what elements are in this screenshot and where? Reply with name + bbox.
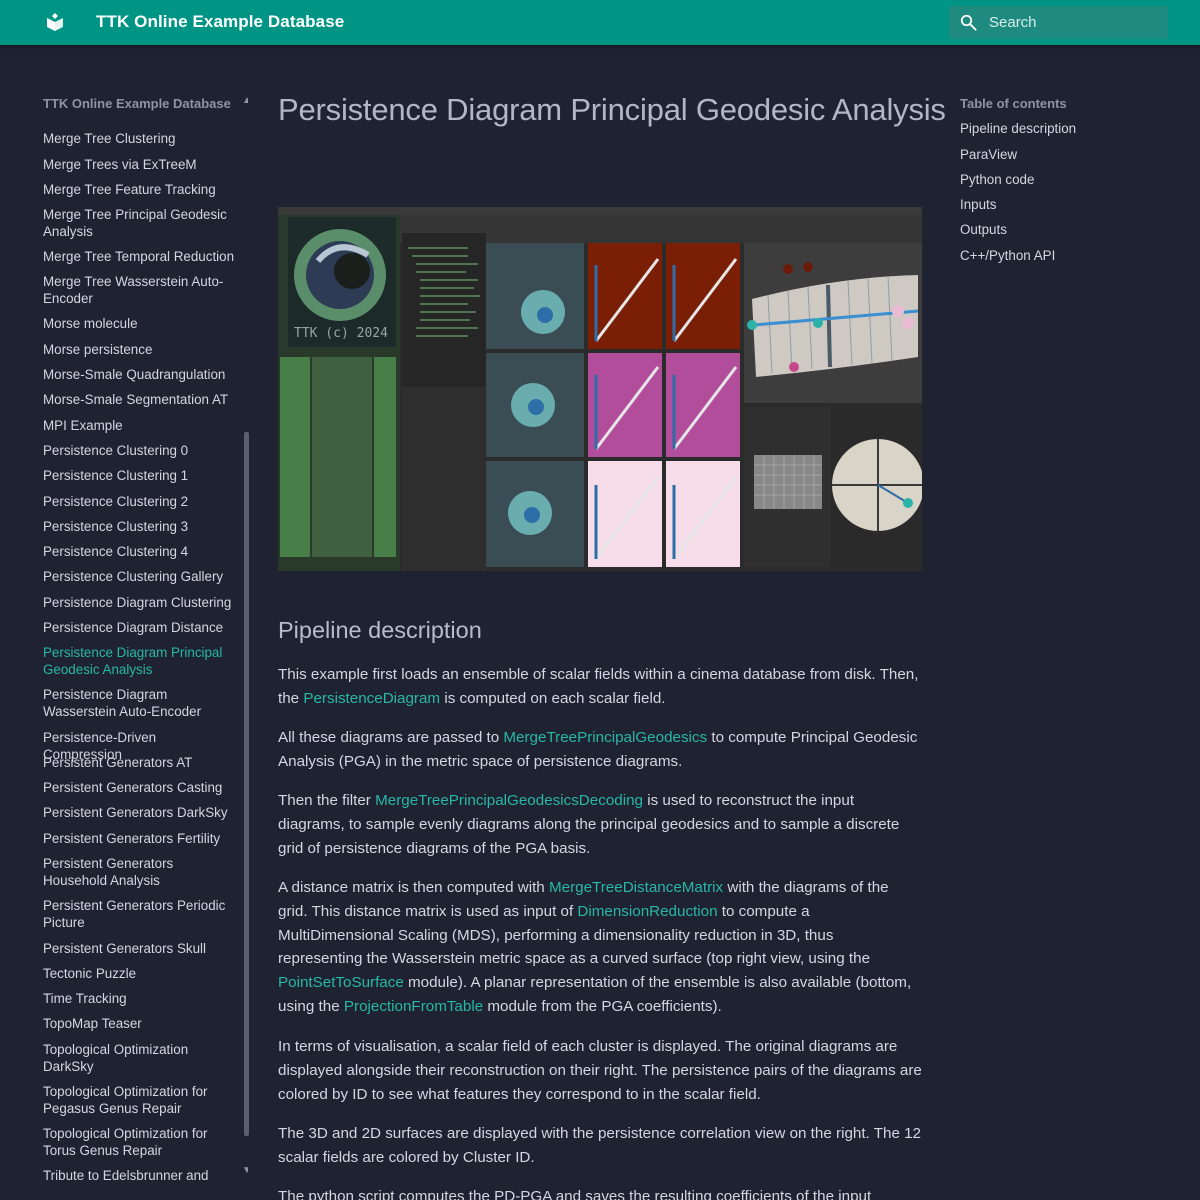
description-paragraph: In terms of visualisation, a scalar fiel… <box>278 1035 922 1106</box>
page-title: Persistence Diagram Principal Geodesic A… <box>278 92 946 127</box>
site-title[interactable]: TTK Online Example Database <box>96 12 344 32</box>
sidebar-item[interactable]: MPI Example <box>43 417 238 434</box>
sidebar-item[interactable]: Merge Tree Feature Tracking <box>43 181 238 198</box>
sidebar-item[interactable]: Persistent Generators Casting <box>43 779 238 796</box>
sidebar-item[interactable]: Tectonic Puzzle <box>43 965 238 982</box>
toc-item[interactable]: Inputs <box>960 197 996 212</box>
sidebar-item[interactable]: Persistence Clustering 1 <box>43 467 238 484</box>
sidebar-item[interactable]: Topological Optimization for Torus Genus… <box>43 1125 238 1159</box>
toc-item[interactable]: Outputs <box>960 222 1007 237</box>
sidebar-item[interactable]: Persistence Diagram Wasserstein Auto-Enc… <box>43 686 238 720</box>
sidebar-item[interactable]: Persistence Clustering 2 <box>43 493 238 510</box>
sidebar-item[interactable]: Persistence Clustering 4 <box>43 543 238 560</box>
sidebar-item[interactable]: Tribute to Edelsbrunner and <box>43 1167 238 1184</box>
sidebar-item[interactable]: Topological Optimization DarkSky <box>43 1041 238 1075</box>
sidebar-item[interactable]: Persistence Clustering Gallery <box>43 568 238 585</box>
sidebar-item[interactable]: Morse-Smale Segmentation AT <box>43 391 238 408</box>
sidebar-item[interactable]: TopoMap Teaser <box>43 1015 238 1032</box>
module-link[interactable]: DimensionReduction <box>577 903 717 920</box>
paragraph-text: The python script computes the PD-PGA an… <box>278 1188 872 1200</box>
paraview-screenshot: TTK (c) 2024 <box>278 207 922 571</box>
sidebar-item[interactable]: Persistent Generators Periodic Picture <box>43 897 238 931</box>
toc-title: Table of contents <box>960 96 1067 111</box>
search-input[interactable] <box>989 6 1159 39</box>
sidebar-item[interactable]: Persistent Generators DarkSky <box>43 804 238 821</box>
paragraph-text: In terms of visualisation, a scalar fiel… <box>278 1038 922 1103</box>
sidebar-item[interactable]: Merge Tree Principal Geodesic Analysis <box>43 206 238 240</box>
paragraph-text: module from the PGA coefficients). <box>483 997 722 1015</box>
sidebar-item[interactable]: Merge Trees via ExTreeM <box>43 156 238 173</box>
toc-item[interactable]: Python code <box>960 172 1034 187</box>
ttk-logo-icon[interactable] <box>45 12 65 32</box>
toc-item[interactable]: C++/Python API <box>960 248 1055 263</box>
sidebar-nav: TTK Online Example Database ▲ Merge Tree… <box>43 92 248 1200</box>
module-link[interactable]: ProjectionFromTable <box>344 998 483 1015</box>
sidebar-item[interactable]: Morse-Smale Quadrangulation <box>43 366 238 383</box>
sidebar-item[interactable]: Merge Tree Wasserstein Auto-Encoder <box>43 273 238 307</box>
sidebar-item[interactable]: Persistent Generators Fertility <box>43 830 238 847</box>
sidebar-item[interactable]: Persistent Generators AT <box>43 754 238 771</box>
module-link[interactable]: MergeTreeDistanceMatrix <box>549 879 723 896</box>
sidebar-item[interactable]: Persistence Clustering 3 <box>43 518 238 535</box>
sidebar-scrollbar[interactable] <box>244 432 249 1136</box>
section-heading-pipeline: Pipeline description <box>278 617 482 643</box>
paragraph-text: The 3D and 2D surfaces are displayed wit… <box>278 1125 922 1166</box>
toc-item[interactable]: ParaView <box>960 147 1017 162</box>
description-paragraph: The python script computes the PD-PGA an… <box>278 1185 922 1200</box>
paragraph-text: Then the filter <box>278 792 376 809</box>
description-paragraph: A distance matrix is then computed with … <box>278 876 922 1019</box>
description-paragraph: All these diagrams are passed to MergeTr… <box>278 726 922 774</box>
description-paragraph: The 3D and 2D surfaces are displayed wit… <box>278 1122 922 1170</box>
sidebar-item[interactable]: Time Tracking <box>43 990 238 1007</box>
sidebar-item[interactable]: Morse molecule <box>43 315 238 332</box>
module-link[interactable]: PersistenceDiagram <box>303 690 440 707</box>
toc-item[interactable]: Pipeline description <box>960 121 1076 136</box>
chevron-up-icon[interactable]: ▲ <box>242 95 248 106</box>
sidebar-item[interactable]: Topological Optimization for Pegasus Gen… <box>43 1083 238 1117</box>
sidebar-item[interactable]: Merge Tree Temporal Reduction <box>43 248 238 265</box>
sidebar-item[interactable]: Persistent Generators Skull <box>43 940 238 957</box>
sidebar-item[interactable]: Persistence Diagram Clustering <box>43 594 238 611</box>
nav-title[interactable]: TTK Online Example Database <box>43 96 231 111</box>
sidebar-item[interactable]: Persistence Diagram Distance <box>43 619 238 636</box>
paraview-screenshot-graphic: TTK (c) 2024 <box>278 207 922 571</box>
description-paragraph: Then the filter MergeTreePrincipalGeodes… <box>278 789 922 860</box>
module-link[interactable]: PointSetToSurface <box>278 974 404 991</box>
sidebar-item[interactable]: Persistent Generators Household Analysis <box>43 855 238 889</box>
paragraph-text: is computed on each scalar field. <box>440 689 666 707</box>
top-header: TTK Online Example Database <box>0 0 1200 45</box>
sidebar-item[interactable]: Persistence Clustering 0 <box>43 442 238 459</box>
sidebar-item[interactable]: Morse persistence <box>43 341 238 358</box>
search-box[interactable] <box>949 6 1168 39</box>
description-paragraph: This example first loads an ensemble of … <box>278 663 922 711</box>
paragraph-text: All these diagrams are passed to <box>278 729 504 746</box>
paragraph-text: A distance matrix is then computed with <box>278 879 549 896</box>
sidebar-item[interactable]: Merge Tree Clustering <box>43 130 238 147</box>
module-link[interactable]: MergeTreePrincipalGeodesicsDecoding <box>375 792 643 809</box>
chevron-down-icon[interactable]: ▼ <box>242 1165 248 1176</box>
screenshot-overlay-text: TTK (c) 2024 <box>294 326 388 341</box>
sidebar-item[interactable]: Persistence Diagram Principal Geodesic A… <box>43 644 238 678</box>
search-icon <box>960 14 977 31</box>
module-link[interactable]: MergeTreePrincipalGeodesics <box>503 729 707 746</box>
